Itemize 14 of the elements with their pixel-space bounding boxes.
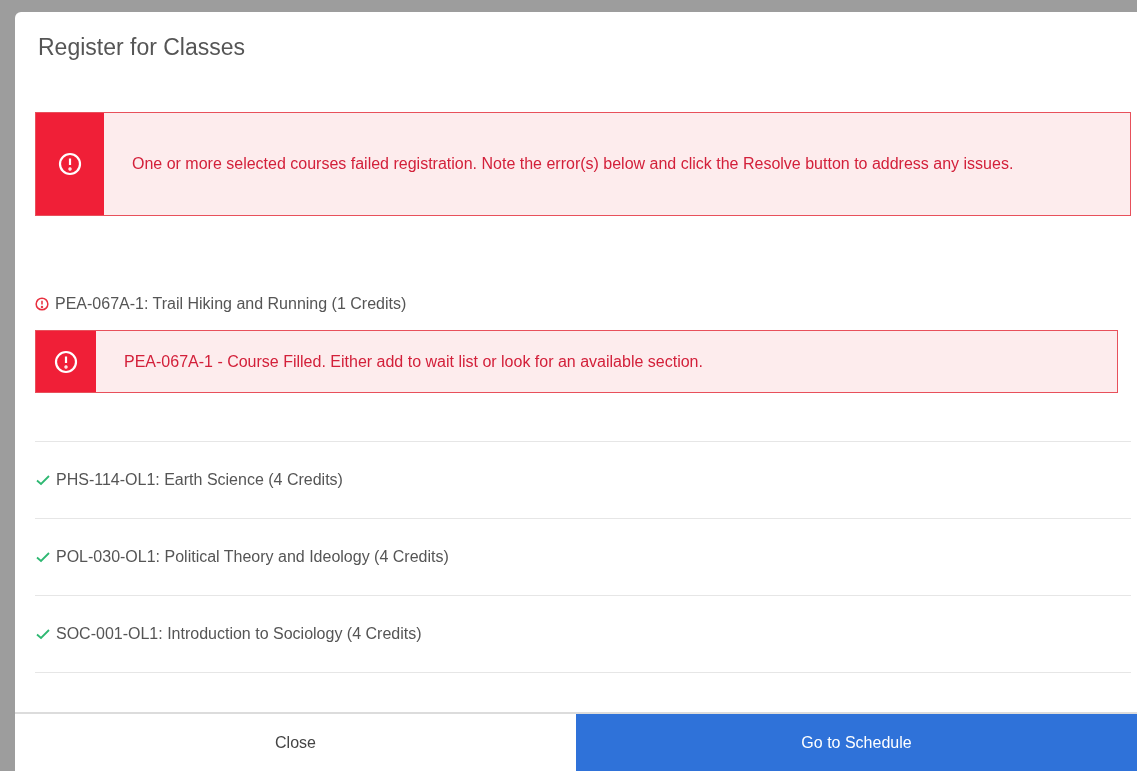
course-label: PEA-067A-1: Trail Hiking and Running (1 Credits) xyxy=(55,294,407,314)
alert-message: PEA-067A-1 - Course Filled. Either add to wait list or look for an available section. xyxy=(124,351,703,372)
course-label: POL-030-OL1: Political Theory and Ideology (4 Credits) xyxy=(56,547,449,567)
check-icon xyxy=(35,627,51,641)
alert-icon xyxy=(54,349,78,374)
alert-icon xyxy=(58,152,82,176)
check-icon xyxy=(35,473,51,487)
schedule-button[interactable]: Go to Schedule xyxy=(576,714,1137,771)
alert-message: One or more selected courses failed registration. Note the error(s) below and click the Resolve button to address any issues. xyxy=(132,154,1014,174)
alert-icon xyxy=(35,297,49,311)
course-label: SOC-001-OL1: Introduction to Sociology (4 Credits) xyxy=(56,624,422,644)
check-icon xyxy=(35,550,51,564)
dialog-title: Register for Classes xyxy=(38,34,246,60)
course-label: PHS-114-OL1: Earth Science (4 Credits) xyxy=(56,470,343,490)
